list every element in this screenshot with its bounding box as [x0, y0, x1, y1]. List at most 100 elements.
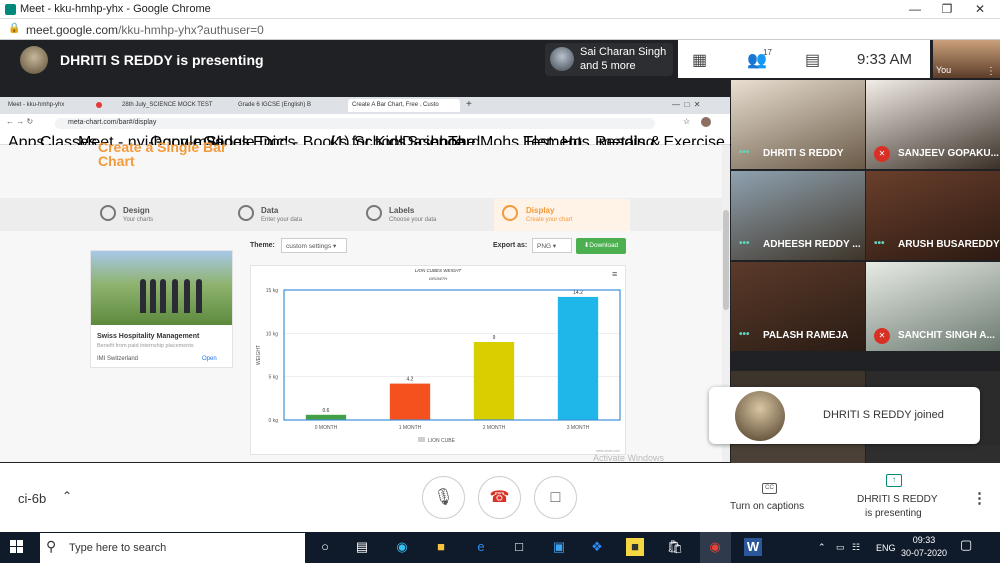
ad-company: IMI Switzerland: [97, 356, 139, 362]
display-step-icon[interactable]: [502, 205, 518, 221]
participant-tile[interactable]: ••• ARUSH BUSAREDDY: [866, 171, 1000, 260]
shared-scrollthumb[interactable]: [723, 210, 729, 310]
participant-tile[interactable]: ••• DHRITI S REDDY: [731, 80, 865, 169]
minimize-button[interactable]: —: [900, 1, 930, 18]
chat-icon[interactable]: ▤: [805, 50, 820, 70]
file-explorer-icon[interactable]: ■: [432, 538, 450, 556]
captions-button[interactable]: Turn on captions: [730, 501, 804, 512]
x-tick-label: 0 MONTH: [315, 425, 338, 431]
word-icon[interactable]: W: [744, 538, 762, 556]
legend-label: LION CUBE: [428, 438, 456, 444]
store-icon[interactable]: 🛍: [666, 538, 684, 556]
dropbox-icon[interactable]: ❖: [588, 538, 606, 556]
taskbar-search-placeholder: Type here to search: [69, 542, 167, 554]
tab-label: 28th July_SCIENCE MOCK TEST: [122, 102, 213, 108]
export-label: Export as:: [493, 242, 528, 249]
participant-tile[interactable]: ✕ SANJEEV GOPAKU...: [866, 80, 1000, 169]
windows-start-icon[interactable]: [10, 540, 24, 554]
tab-label: Grade 6 IGCSE (English) B: [238, 102, 312, 108]
network-icon[interactable]: ☷: [852, 542, 860, 553]
tray-time[interactable]: 09:33: [904, 535, 944, 545]
mic-icon: 🎙: [433, 489, 454, 506]
page-heading: Create a Single Bar Chart: [98, 140, 226, 169]
meet-app-icon: [5, 4, 16, 15]
participant-tile[interactable]: ••• PALASH RAMEJA: [731, 262, 865, 351]
self-view-label: You: [936, 65, 952, 75]
bar: [305, 414, 347, 420]
notepad-icon[interactable]: □: [510, 538, 528, 556]
step-data-sub: Enter your data: [261, 217, 303, 223]
step-design-title[interactable]: Design: [123, 206, 150, 215]
participant-tile[interactable]: ✕ SANCHIT SINGH A...: [866, 262, 1000, 351]
start-tile: [10, 547, 16, 553]
step-design-sub: Your charts: [123, 217, 154, 223]
new-tab-icon[interactable]: +: [466, 99, 472, 110]
chrome-icon[interactable]: ◉: [706, 538, 724, 556]
teams-video-icon[interactable]: ▣: [550, 538, 568, 556]
address-bar[interactable]: 🔒 meet.google.com/kku-hmhp-yhx?authuser=…: [0, 19, 1000, 40]
bookmark-star-icon[interactable]: ☆: [683, 117, 690, 126]
participant-tile[interactable]: ••• ADHEESH REDDY ...: [731, 171, 865, 260]
restore-button[interactable]: ❐: [932, 1, 962, 18]
theme-select[interactable]: custom settings ▾: [281, 238, 347, 253]
start-tile: [17, 547, 23, 553]
audio-level-icon: •••: [739, 329, 750, 340]
recording-dot-icon: [96, 102, 102, 108]
step-labels-title[interactable]: Labels: [389, 206, 414, 215]
internet-explorer-icon[interactable]: e: [472, 538, 490, 556]
shared-tab-metachart[interactable]: Create A Bar Chart, Free . Custo: [348, 99, 460, 112]
presenting-name[interactable]: DHRITI S REDDY: [857, 494, 938, 505]
chevron-down-icon: ▾: [332, 243, 337, 250]
profile-avatar[interactable]: [701, 117, 711, 127]
task-view-icon[interactable]: ▤: [353, 538, 371, 556]
step-display-title[interactable]: Display: [526, 206, 554, 215]
window-titlebar: Meet - kku-hmhp-yhx - Google Chrome — ❐ …: [0, 0, 1000, 19]
participant-name: SANCHIT SINGH A...: [898, 330, 995, 341]
url-text[interactable]: meet.google.com/kku-hmhp-yhx?authuser=0: [26, 23, 264, 37]
shared-address-bar[interactable]: ← → ↻ meta-chart.com/bar#/display ☆: [0, 114, 730, 131]
camera-button[interactable]: □: [534, 476, 577, 519]
notifications-icon[interactable]: ▢: [960, 537, 972, 553]
close-window-button[interactable]: ✕: [965, 1, 995, 18]
self-view-more-icon[interactable]: ⋮: [986, 66, 996, 77]
mic-button[interactable]: 🎙: [422, 476, 465, 519]
data-step-icon[interactable]: [238, 205, 254, 221]
sticky-notes-icon[interactable]: ■: [626, 538, 644, 556]
export-format-select[interactable]: PNG ▾: [532, 238, 572, 253]
design-step-icon[interactable]: [100, 205, 116, 221]
heading-line-2: Chart: [98, 153, 135, 169]
participant-name: SANJEEV GOPAKU...: [898, 148, 999, 159]
present-screen-icon[interactable]: ↑: [886, 474, 902, 487]
speaker-avatar: [550, 47, 574, 71]
x-tick-label: 2 MONTH: [483, 425, 506, 431]
tray-date[interactable]: 30-07-2020: [900, 548, 948, 558]
download-button[interactable]: ⬇Download: [576, 238, 626, 254]
meeting-code[interactable]: ci-6b: [18, 491, 46, 506]
ad-person: [140, 279, 146, 313]
speaker-more: and 5 more: [580, 60, 636, 72]
step-data-title[interactable]: Data: [261, 206, 278, 215]
y-tick-label: 5 kg: [269, 375, 279, 381]
ad-open-link[interactable]: Open: [202, 356, 217, 362]
presenter-avatar: [20, 46, 48, 74]
shared-tab-grade[interactable]: Grade 6 IGCSE (English) B: [234, 99, 344, 112]
layout-icon[interactable]: ▦: [692, 50, 707, 70]
participant-tile-partial[interactable]: [731, 445, 865, 463]
battery-icon[interactable]: ▭: [836, 542, 845, 553]
tray-chevron-icon[interactable]: ⌃: [818, 542, 826, 553]
chevron-up-icon[interactable]: ⌃: [62, 489, 72, 503]
cortana-icon[interactable]: ○: [316, 538, 334, 556]
participant-tile-partial[interactable]: [866, 445, 1000, 463]
leave-call-button[interactable]: ☎: [478, 476, 521, 519]
shared-tab-science[interactable]: 28th July_SCIENCE MOCK TEST: [118, 99, 230, 112]
captions-icon[interactable]: CC: [762, 483, 777, 494]
export-value: PNG: [537, 243, 552, 250]
labels-step-icon[interactable]: [366, 205, 382, 221]
nav-arrows-icon[interactable]: ← → ↻: [6, 117, 33, 126]
language-indicator[interactable]: ENG: [876, 543, 896, 553]
edge-icon[interactable]: ◉: [393, 538, 411, 556]
chart-title: LION CUBES WEIGHT: [415, 268, 463, 273]
more-options-icon[interactable]: ⋮: [972, 489, 987, 507]
presenting-status: is presenting: [865, 508, 922, 519]
toast-text: DHRITI S REDDY joined: [823, 409, 944, 421]
